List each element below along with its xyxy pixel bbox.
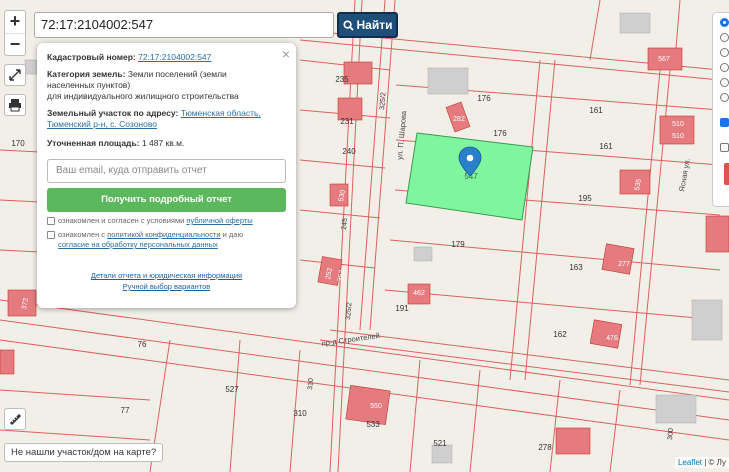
cadastral-link[interactable]: 72:17:2104002:547: [138, 52, 211, 62]
address-label: Земельный участок по адресу:: [47, 108, 179, 118]
search-button[interactable]: Найти: [337, 12, 398, 38]
manual-select-link[interactable]: Ручной выбор вариантов: [123, 282, 211, 291]
consent-link[interactable]: согласие на обработку персональных данны…: [58, 240, 218, 249]
address-row: Земельный участок по адресу: Тюменская о…: [47, 108, 286, 130]
privacy-checkbox[interactable]: [47, 231, 55, 239]
parcel-label: 245: [341, 218, 349, 230]
cadastral-label: Кадастровый номер:: [47, 52, 136, 62]
parcel-label: 191: [395, 304, 409, 313]
layer-radio-6[interactable]: [720, 93, 729, 102]
zoom-in-button[interactable]: +: [5, 11, 25, 33]
building-label: 277: [618, 261, 630, 268]
category-value-3: для индивидуального жилищного строительс…: [47, 91, 239, 101]
building-label: 282: [453, 116, 465, 123]
category-row: Категория земель: Земли поселений (земли…: [47, 69, 286, 102]
parcel-label: 163: [569, 263, 583, 272]
layer-action-button[interactable]: [724, 163, 729, 185]
parcel-label: 527: [225, 385, 239, 394]
parcel-label: 240: [342, 147, 356, 156]
parcel-label: 76: [138, 340, 147, 349]
measure-button[interactable]: [4, 408, 26, 430]
layer-radio-2[interactable]: [720, 33, 729, 42]
parcel-label: 170: [11, 139, 25, 148]
cadastral-row: Кадастровый номер: 72:17:2104002:547: [47, 52, 286, 63]
building-label: 567: [658, 56, 670, 63]
get-report-button[interactable]: Получить подробный отчет: [47, 188, 286, 212]
parcel-label: 521: [433, 439, 447, 448]
details-link[interactable]: Детали отчета и юридическая информация: [91, 271, 242, 280]
close-icon[interactable]: ×: [282, 46, 290, 62]
search-button-label: Найти: [356, 18, 393, 32]
zoom-out-button[interactable]: −: [5, 33, 25, 55]
building-label: 476: [606, 335, 618, 342]
parcel-label: 533: [366, 420, 380, 429]
building-label: 462: [413, 290, 425, 297]
layer-radio-3[interactable]: [720, 48, 729, 57]
parcel-label: 162: [553, 330, 567, 339]
map-attribution: Leaflet | © Лу: [674, 457, 729, 468]
parcel-label: 231: [340, 117, 354, 126]
category-value-2: населенных пунктов): [47, 80, 131, 90]
privacy-checkbox-row: ознакомлен с политикой конфиденциальност…: [47, 230, 286, 250]
offer-checkbox[interactable]: [47, 217, 55, 225]
category-value-1: Земли поселений (земли: [127, 69, 227, 79]
layer-radio-1[interactable]: [720, 18, 729, 27]
cadastral-search-input[interactable]: 72:17:2104002:547: [34, 12, 334, 38]
parcel-label: 161: [589, 106, 603, 115]
parcel-label: 300: [667, 428, 675, 440]
parcel-label: 179: [451, 240, 465, 249]
parcel-label: 176: [477, 94, 491, 103]
privacy-link[interactable]: политикой конфиденциальности: [107, 230, 220, 239]
parcel-label: 176: [493, 129, 507, 138]
layer-radio-5[interactable]: [720, 78, 729, 87]
email-input[interactable]: Ваш email, куда отправить отчет: [47, 159, 286, 183]
offer-checkbox-row: ознакомлен и согласен с условиями публич…: [47, 216, 286, 226]
building-label: 550: [370, 403, 382, 410]
offer-link[interactable]: публичной оферты: [186, 216, 252, 225]
parcel-label: 195: [578, 194, 592, 203]
parcel-label: 310: [293, 409, 307, 418]
zoom-control: + −: [4, 10, 26, 56]
parcel-label: 310: [307, 378, 315, 390]
leaflet-link[interactable]: Leaflet: [678, 458, 702, 467]
parcel-info-popup: × Кадастровый номер: 72:17:2104002:547 К…: [37, 43, 296, 308]
building-label: 510: [672, 121, 684, 128]
layer-radio-4[interactable]: [720, 63, 729, 72]
print-button[interactable]: [4, 94, 26, 116]
search-icon: [342, 19, 354, 31]
parcel-label: 77: [121, 406, 130, 415]
address-link-1[interactable]: Тюменская область,: [181, 108, 261, 118]
address-link-2[interactable]: Тюменский р-н, с. Созоново: [47, 119, 157, 129]
parcel-label: 235: [335, 75, 349, 84]
area-row: Уточненная площадь: 1 487 кв.м.: [47, 138, 286, 149]
layer-switcher: [712, 12, 729, 207]
not-found-button[interactable]: Не нашли участок/дом на карте?: [4, 443, 164, 462]
building-label: 510: [672, 133, 684, 140]
printer-icon: [9, 99, 21, 112]
privacy-text: ознакомлен с политикой конфиденциальност…: [58, 230, 244, 249]
category-label: Категория земель:: [47, 69, 126, 79]
ruler-icon: [9, 413, 22, 426]
area-value: 1 487 кв.м.: [141, 138, 185, 148]
fullscreen-button[interactable]: [4, 64, 26, 86]
area-label: Уточненная площадь:: [47, 138, 140, 148]
expand-icon: [9, 69, 21, 81]
overlay-checkbox-2[interactable]: [720, 143, 729, 152]
popup-links: Детали отчета и юридическая информация Р…: [47, 270, 286, 292]
offer-text: ознакомлен и согласен с условиями публич…: [58, 216, 253, 225]
parcel-label: 161: [599, 142, 613, 151]
overlay-checkbox-1[interactable]: [720, 118, 729, 127]
parcel-label: 278: [538, 443, 552, 452]
